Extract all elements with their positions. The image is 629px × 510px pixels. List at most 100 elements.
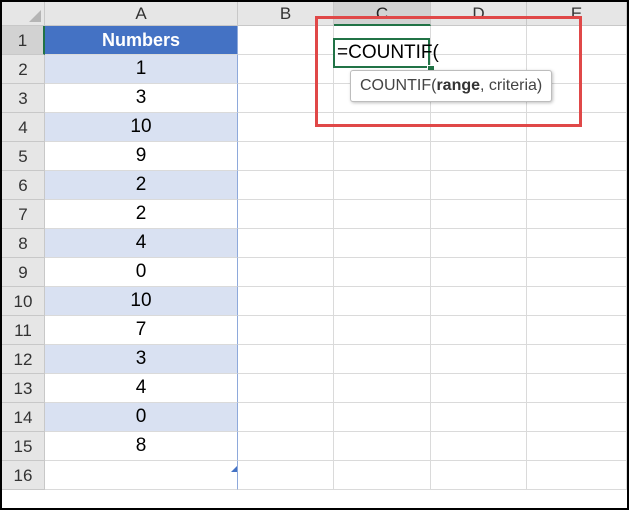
cell-d5[interactable]	[431, 142, 527, 171]
cell-d11[interactable]	[431, 316, 527, 345]
table-cell-a10[interactable]: 10	[45, 287, 238, 316]
cell-c4[interactable]	[334, 113, 431, 142]
cell-e9[interactable]	[527, 258, 627, 287]
cell-b7[interactable]	[238, 200, 334, 229]
row-header-2[interactable]: 2	[2, 55, 45, 84]
cell-b16[interactable]	[238, 461, 334, 490]
table-cell-a3[interactable]: 3	[45, 84, 238, 113]
column-header-d[interactable]: D	[431, 2, 527, 26]
cell-d15[interactable]	[431, 432, 527, 461]
table-cell-a14[interactable]: 0	[45, 403, 238, 432]
table-cell-a6[interactable]: 2	[45, 171, 238, 200]
cell-b14[interactable]	[238, 403, 334, 432]
cell-e8[interactable]	[527, 229, 627, 258]
cell-e14[interactable]	[527, 403, 627, 432]
cell-d6[interactable]	[431, 171, 527, 200]
cell-e4[interactable]	[527, 113, 627, 142]
table-cell-a7[interactable]: 2	[45, 200, 238, 229]
cell-e5[interactable]	[527, 142, 627, 171]
row-header-9[interactable]: 9	[2, 258, 45, 287]
row-header-3[interactable]: 3	[2, 84, 45, 113]
cell-b1[interactable]	[238, 26, 334, 55]
cell-d4[interactable]	[431, 113, 527, 142]
cell-c15[interactable]	[334, 432, 431, 461]
cell-formula-input[interactable]: =COUNTIF(	[337, 40, 439, 66]
row-header-16[interactable]: 16	[2, 461, 45, 490]
cell-c14[interactable]	[334, 403, 431, 432]
column-header-a[interactable]: A	[45, 2, 238, 26]
cell-d13[interactable]	[431, 374, 527, 403]
table-cell-a8[interactable]: 4	[45, 229, 238, 258]
row-header-13[interactable]: 13	[2, 374, 45, 403]
cell-c13[interactable]	[334, 374, 431, 403]
row-header-15[interactable]: 15	[2, 432, 45, 461]
row-header-6[interactable]: 6	[2, 171, 45, 200]
table-cell-a12[interactable]: 3	[45, 345, 238, 374]
cell-b5[interactable]	[238, 142, 334, 171]
select-all-button[interactable]	[2, 2, 45, 26]
row-header-14[interactable]: 14	[2, 403, 45, 432]
cell-c16[interactable]	[334, 461, 431, 490]
cell-d8[interactable]	[431, 229, 527, 258]
cell-c12[interactable]	[334, 345, 431, 374]
table-cell-a11[interactable]: 7	[45, 316, 238, 345]
column-header-b[interactable]: B	[238, 2, 334, 26]
cell-e6[interactable]	[527, 171, 627, 200]
cell-b10[interactable]	[238, 287, 334, 316]
table-resize-handle[interactable]	[231, 466, 237, 472]
cell-d12[interactable]	[431, 345, 527, 374]
table-cell-a9[interactable]: 0	[45, 258, 238, 287]
cell-b8[interactable]	[238, 229, 334, 258]
cell-d16[interactable]	[431, 461, 527, 490]
cell-e7[interactable]	[527, 200, 627, 229]
cell-c11[interactable]	[334, 316, 431, 345]
column-header-e[interactable]: E	[527, 2, 627, 26]
cell-e10[interactable]	[527, 287, 627, 316]
cell-c10[interactable]	[334, 287, 431, 316]
table-header-cell[interactable]: Numbers	[45, 26, 238, 55]
cell-b6[interactable]	[238, 171, 334, 200]
row-header-11[interactable]: 11	[2, 316, 45, 345]
row-header-10[interactable]: 10	[2, 287, 45, 316]
column-header-c[interactable]: C	[334, 2, 431, 26]
row-header-1[interactable]: 1	[2, 26, 45, 55]
cell-b4[interactable]	[238, 113, 334, 142]
row-header-5[interactable]: 5	[2, 142, 45, 171]
cell-e13[interactable]	[527, 374, 627, 403]
cell-b9[interactable]	[238, 258, 334, 287]
cell-d10[interactable]	[431, 287, 527, 316]
cell-b15[interactable]	[238, 432, 334, 461]
row-header-4[interactable]: 4	[2, 113, 45, 142]
table-cell-a15[interactable]: 8	[45, 432, 238, 461]
cell-b11[interactable]	[238, 316, 334, 345]
cell-c7[interactable]	[334, 200, 431, 229]
cell-c5[interactable]	[334, 142, 431, 171]
cell-d7[interactable]	[431, 200, 527, 229]
cell-d14[interactable]	[431, 403, 527, 432]
cell-b12[interactable]	[238, 345, 334, 374]
select-all-triangle-icon	[29, 10, 41, 22]
table-cell-a13[interactable]: 4	[45, 374, 238, 403]
cell-b3[interactable]	[238, 84, 334, 113]
cell-d9[interactable]	[431, 258, 527, 287]
cell-a16[interactable]	[45, 461, 238, 490]
table-cell-a4[interactable]: 10	[45, 113, 238, 142]
cell-b13[interactable]	[238, 374, 334, 403]
cell-c8[interactable]	[334, 229, 431, 258]
cell-e16[interactable]	[527, 461, 627, 490]
cell-c9[interactable]	[334, 258, 431, 287]
cell-d1[interactable]	[431, 26, 527, 55]
row-header-7[interactable]: 7	[2, 200, 45, 229]
cell-e11[interactable]	[527, 316, 627, 345]
cell-b2[interactable]	[238, 55, 334, 84]
cell-c6[interactable]	[334, 171, 431, 200]
cell-e1[interactable]	[527, 26, 627, 55]
cell-e15[interactable]	[527, 432, 627, 461]
tooltip-arg-range[interactable]: range	[436, 77, 480, 94]
cell-e12[interactable]	[527, 345, 627, 374]
row-header-8[interactable]: 8	[2, 229, 45, 258]
table-cell-a5[interactable]: 9	[45, 142, 238, 171]
table-cell-a2[interactable]: 1	[45, 55, 238, 84]
tooltip-function-name[interactable]: COUNTIF(	[360, 77, 436, 94]
row-header-12[interactable]: 12	[2, 345, 45, 374]
